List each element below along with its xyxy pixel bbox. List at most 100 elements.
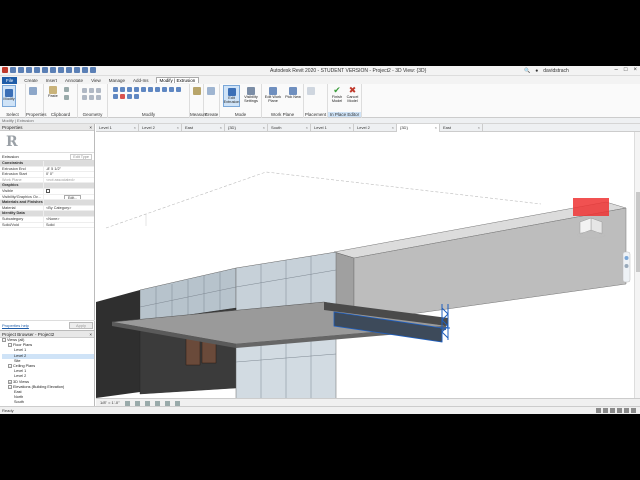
close-icon[interactable]: × xyxy=(435,124,437,132)
drawing-area[interactable] xyxy=(96,132,634,398)
collapse-icon[interactable]: - xyxy=(8,384,12,389)
3d-view-icon[interactable] xyxy=(74,67,80,73)
scroll-thumb[interactable] xyxy=(636,192,640,272)
edit-button[interactable]: Edit... xyxy=(64,194,82,200)
measure-button[interactable] xyxy=(193,87,201,95)
maximize-icon[interactable]: □ xyxy=(624,67,628,73)
tab-create[interactable]: Create xyxy=(23,78,39,83)
collapse-icon[interactable]: - xyxy=(8,364,12,369)
close-icon[interactable]: × xyxy=(349,124,351,132)
sync-icon[interactable] xyxy=(26,67,32,73)
close-icon[interactable]: × xyxy=(134,124,136,132)
close-icon[interactable]: × xyxy=(89,331,92,338)
finish-model-button[interactable]: ✔ Finish Model xyxy=(330,85,344,103)
view-scale[interactable]: 1/8" = 1'-0" xyxy=(100,399,120,406)
open-icon[interactable] xyxy=(10,67,16,73)
steering-wheel-icon[interactable] xyxy=(624,256,629,260)
tab-file[interactable]: File xyxy=(2,76,18,84)
view-tab[interactable]: {3D} × xyxy=(397,124,440,132)
dark-wall-left[interactable] xyxy=(96,290,140,398)
property-value[interactable] xyxy=(44,188,94,194)
create-button[interactable] xyxy=(207,87,215,95)
close-icon[interactable]: × xyxy=(89,124,92,131)
tab-add-ins[interactable]: Add-Ins xyxy=(132,78,150,83)
user-name[interactable]: davidstrach xyxy=(543,68,569,74)
collapse-icon[interactable]: - xyxy=(8,343,12,348)
cancel-model-button[interactable]: ✖ Cancel Model xyxy=(345,85,360,103)
temporary-hide-icon[interactable] xyxy=(174,400,180,406)
modify-tools[interactable] xyxy=(112,86,188,100)
filter-icon[interactable] xyxy=(631,408,636,413)
close-icon[interactable]: × xyxy=(177,124,179,132)
tab-annotate[interactable]: Annotate xyxy=(64,78,84,83)
tab-manage[interactable]: Manage xyxy=(108,78,126,83)
property-value[interactable]: <None> xyxy=(44,217,94,222)
collapse-icon[interactable]: - xyxy=(2,338,6,342)
close-icon[interactable]: × xyxy=(263,124,265,132)
view-tab[interactable]: Level 1 × xyxy=(96,124,139,132)
close-icon[interactable]: × xyxy=(633,67,637,73)
property-value[interactable]: -8' 5 1/2" xyxy=(44,167,94,172)
paste-button[interactable]: Paste xyxy=(48,86,58,98)
shadows-icon[interactable] xyxy=(154,400,160,406)
type-selector[interactable]: Extrusion xyxy=(2,154,19,159)
text-icon[interactable] xyxy=(66,67,72,73)
apply-button[interactable]: Apply xyxy=(68,321,93,329)
select-links-icon[interactable] xyxy=(610,408,615,413)
tab-modify-extrusion[interactable]: Modify | Extrusion xyxy=(155,77,200,83)
revit-app-icon[interactable] xyxy=(2,67,8,73)
close-icon[interactable]: × xyxy=(392,124,394,132)
section-icon[interactable] xyxy=(82,67,88,73)
cut-button[interactable] xyxy=(63,86,70,93)
thin-lines-icon[interactable] xyxy=(90,67,96,73)
print-icon[interactable] xyxy=(50,67,56,73)
view-tab[interactable]: Level 1 × xyxy=(311,124,354,132)
edit-extrusion-button[interactable]: Edit Extrusion xyxy=(223,85,240,107)
visual-style-icon[interactable] xyxy=(134,400,140,406)
property-value[interactable]: <not associated> xyxy=(44,178,94,183)
pick-new-button[interactable]: Pick New xyxy=(285,85,301,99)
undo-icon[interactable] xyxy=(34,67,40,73)
worksets-icon[interactable] xyxy=(596,408,601,413)
geometry-tools[interactable] xyxy=(81,87,105,101)
view-tab[interactable]: South × xyxy=(268,124,311,132)
placement-button[interactable] xyxy=(307,87,315,95)
navigation-bar[interactable] xyxy=(622,251,631,283)
visibility-settings-button[interactable]: Visibility Settings xyxy=(242,85,260,103)
search-icon[interactable]: 🔍 xyxy=(524,68,530,74)
crop-view-icon[interactable] xyxy=(164,400,170,406)
properties-help-link[interactable]: Properties help xyxy=(2,323,29,328)
save-icon[interactable] xyxy=(18,67,24,73)
selected-support-frame[interactable] xyxy=(440,304,450,342)
minimize-icon[interactable]: – xyxy=(615,67,618,73)
3d-model-view[interactable] xyxy=(96,132,634,398)
sun-path-icon[interactable] xyxy=(144,400,150,406)
view-tab[interactable]: East × xyxy=(440,124,483,132)
tab-view[interactable]: View xyxy=(90,78,102,83)
modify-button[interactable]: Modify xyxy=(2,85,16,107)
edit-type-button[interactable]: Edit Type xyxy=(70,153,92,160)
detail-level-icon[interactable] xyxy=(124,400,130,406)
tab-insert[interactable]: Insert xyxy=(45,78,58,83)
measure-icon[interactable] xyxy=(58,67,64,73)
view-tab[interactable]: East × xyxy=(182,124,225,132)
view-tab[interactable]: Level 2 × xyxy=(139,124,182,132)
expand-icon[interactable]: + xyxy=(8,379,12,384)
properties-button[interactable] xyxy=(29,87,37,95)
edit-work-plane-button[interactable]: Edit Work Plane xyxy=(264,85,282,103)
zoom-icon[interactable] xyxy=(624,264,629,268)
close-icon[interactable]: × xyxy=(220,124,222,132)
select-underlay-icon[interactable] xyxy=(617,408,622,413)
select-pinned-icon[interactable] xyxy=(624,408,629,413)
user-icon[interactable]: ● xyxy=(535,68,538,74)
property-value[interactable]: Solid xyxy=(44,223,94,228)
view-tab[interactable]: {3D} × xyxy=(225,124,268,132)
design-options-icon[interactable] xyxy=(603,408,608,413)
view-tab[interactable]: Level 2 × xyxy=(354,124,397,132)
redo-icon[interactable] xyxy=(42,67,48,73)
property-value[interactable]: 0' 0" xyxy=(44,172,94,177)
property-value[interactable]: Edit... xyxy=(44,194,94,200)
close-icon[interactable]: × xyxy=(306,124,308,132)
property-value[interactable]: <By Category> xyxy=(44,206,94,211)
vertical-scrollbar[interactable] xyxy=(634,132,640,398)
